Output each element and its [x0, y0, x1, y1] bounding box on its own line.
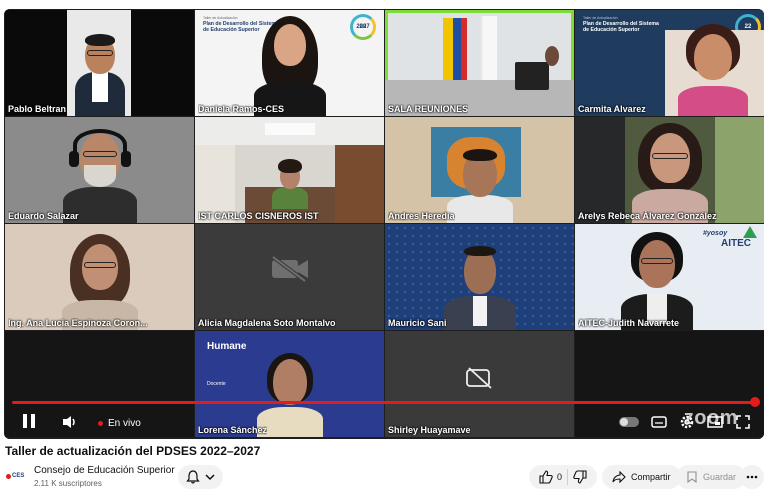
subscriber-count: 2.11 K suscriptores: [34, 479, 102, 488]
pause-icon: [23, 414, 35, 428]
progress-scrubber[interactable]: [750, 397, 760, 407]
humane-logo: Humane: [207, 341, 247, 352]
thumbs-up-icon: [539, 470, 553, 484]
gear-icon: [680, 415, 694, 429]
participant-name: Andres Heredia: [388, 211, 455, 221]
autoplay-toggle[interactable]: [618, 415, 640, 429]
pause-button[interactable]: [20, 411, 38, 431]
participant-tile: Arelys Rebeca Álvarez González: [575, 117, 764, 223]
participant-name: Shirley Huayamave: [388, 425, 471, 435]
channel-avatar[interactable]: CES: [6, 469, 28, 483]
participant-tile: Taller de Actualización Plan de Desarrol…: [575, 10, 764, 116]
like-button[interactable]: 0: [539, 470, 562, 484]
divider: [567, 469, 569, 485]
share-button[interactable]: Compartir: [602, 465, 681, 489]
subtitles-button[interactable]: [650, 414, 668, 430]
participant-tile: IST CARLOS CISNEROS IST: [195, 117, 384, 223]
participant-tile: Ing. Ana Lucia Espinoza Coron...: [5, 224, 194, 330]
aitec-logo-icon: [743, 226, 757, 238]
aitec-tag: #yosoy: [703, 230, 728, 237]
fullscreen-button[interactable]: [734, 414, 752, 430]
more-actions-button[interactable]: [740, 465, 764, 489]
participant-tile: #yosoy AITEC AITEC-Judith Navarrete: [575, 224, 764, 330]
video-title: Taller de actualización del PDSES 2022–2…: [5, 444, 261, 458]
save-label: Guardar: [703, 472, 737, 482]
participant-name: Carmita Alvarez: [578, 104, 646, 114]
participant-name: Daniela Ramos-CES: [198, 104, 285, 114]
camera-off-icon: [466, 367, 492, 389]
miniplayer-icon: [707, 416, 723, 428]
participant-tile: Andres Heredia: [385, 117, 574, 223]
participant-name: AITEC-Judith Navarrete: [578, 318, 680, 328]
fullscreen-icon: [736, 415, 750, 429]
live-indicator: En vivo: [98, 418, 141, 429]
like-count: 0: [557, 472, 563, 482]
slide-title-line-2: de Educación Superior: [583, 27, 640, 33]
pdses-logo: 20 2027: [350, 14, 376, 40]
slide-caption: Taller de Actualización: [583, 16, 618, 20]
settings-button[interactable]: [678, 413, 696, 431]
logo-dot: [6, 473, 11, 479]
participant-name: Pablo Beltran: [8, 104, 67, 114]
participant-tile-camera-off: Shirley Huayamave: [385, 331, 574, 437]
camera-off-icon: [271, 254, 308, 283]
participant-tile: Taller de Actualización Plan de Desarrol…: [195, 10, 384, 116]
participant-name: Alicia Magdalena Soto Montalvo: [198, 318, 336, 328]
subtitles-icon: [651, 416, 667, 428]
notifications-button[interactable]: [178, 465, 223, 489]
channel-name[interactable]: Consejo de Educación Superior: [34, 465, 175, 476]
more-horizontal-icon: [746, 475, 758, 479]
participant-name: SALA REUNIONES: [388, 104, 469, 114]
participant-tile: Pablo Beltran: [5, 10, 194, 116]
video-player[interactable]: Pablo Beltran Taller de Actualización Pl…: [4, 9, 764, 439]
bell-icon: [186, 470, 200, 484]
participant-name: Arelys Rebeca Álvarez González: [578, 211, 717, 221]
participant-tile: Humane Docente Lorena Sánchez: [195, 331, 384, 437]
volume-button[interactable]: [60, 413, 80, 431]
progress-bar[interactable]: [12, 401, 756, 404]
participant-tile: Mauricio Sani: [385, 224, 574, 330]
participant-tile-active-speaker: SALA REUNIONES: [385, 10, 574, 116]
participant-tile: Eduardo Salazar: [5, 117, 194, 223]
miniplayer-button[interactable]: [706, 414, 724, 430]
save-button[interactable]: Guardar: [676, 465, 747, 489]
aitec-logo-text: AITEC: [721, 238, 751, 249]
participant-name: Mauricio Sani: [388, 318, 447, 328]
chevron-down-icon: [205, 474, 215, 481]
gallery-grid: Pablo Beltran Taller de Actualización Pl…: [4, 9, 764, 439]
participant-name: Ing. Ana Lucia Espinoza Coron...: [8, 318, 148, 328]
thumbs-down-icon: [573, 470, 587, 484]
slide-caption: Taller de Actualización: [203, 16, 238, 20]
humane-role: Docente: [207, 381, 226, 387]
participant-name: IST CARLOS CISNEROS IST: [198, 211, 319, 221]
dislike-button[interactable]: [573, 470, 587, 484]
share-label: Compartir: [631, 472, 671, 482]
participant-name: Lorena Sánchez: [198, 425, 268, 435]
participant-name: Eduardo Salazar: [8, 211, 79, 221]
share-icon: [612, 471, 626, 483]
save-icon: [687, 471, 697, 483]
like-dislike-group: 0: [529, 465, 598, 489]
participant-tile-camera-off: Alicia Magdalena Soto Montalvo: [195, 224, 384, 330]
live-label: En vivo: [108, 418, 141, 429]
live-dot: [98, 421, 103, 426]
volume-icon: [63, 416, 75, 428]
